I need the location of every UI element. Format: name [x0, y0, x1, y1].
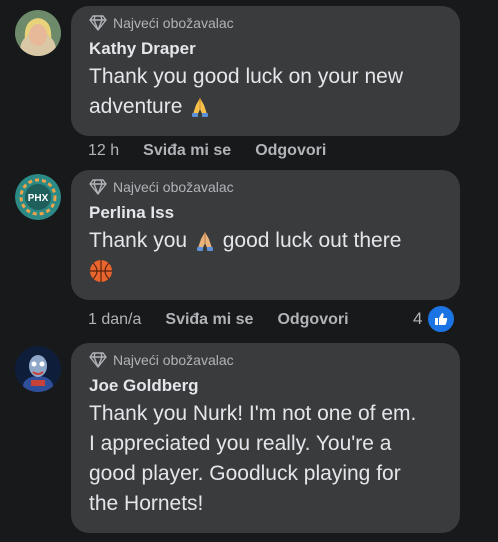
- top-fan-badge: Najveći obožavalac: [113, 179, 234, 195]
- like-thumb-icon: [426, 304, 457, 334]
- folded-hands-emoji: [196, 232, 213, 252]
- comment-time[interactable]: 1 dan/a: [88, 311, 141, 329]
- comment-time[interactable]: 12 h: [88, 142, 119, 160]
- diamond-badge-icon: [89, 179, 107, 195]
- comment-text: Thank you good luck out there: [89, 226, 446, 286]
- comment-bubble: Najveći obožavalac Perlina Iss Thank you…: [71, 170, 460, 300]
- reply-button[interactable]: Odgovori: [255, 142, 326, 160]
- top-fan-badge: Najveći obožavalac: [113, 15, 234, 31]
- avatar-perlina-iss[interactable]: PHX: [15, 174, 61, 220]
- avatar-text: PHX: [28, 193, 49, 204]
- comment-actions: 1 dan/a Sviđa mi se Odgovori: [88, 311, 373, 329]
- like-button[interactable]: Sviđa mi se: [165, 311, 253, 329]
- comment-bubble: Najveći obožavalac Joe Goldberg Thank yo…: [71, 343, 460, 533]
- folded-hands-emoji: [192, 98, 209, 118]
- comment-author[interactable]: Perlina Iss: [89, 202, 446, 224]
- basketball-emoji: [90, 260, 112, 283]
- comment-actions: 12 h Sviđa mi se Odgovori: [88, 142, 350, 160]
- comment-author[interactable]: Kathy Draper: [89, 38, 446, 60]
- reaction-count: 4: [413, 309, 423, 328]
- diamond-badge-icon: [89, 352, 107, 368]
- avatar-joe-goldberg[interactable]: [15, 346, 61, 392]
- comment-bubble: Najveći obožavalac Kathy Draper Thank yo…: [71, 6, 460, 136]
- diamond-badge-icon: [89, 15, 107, 31]
- top-fan-badge: Najveći obožavalac: [113, 352, 234, 368]
- avatar-kathy-draper[interactable]: [15, 10, 61, 56]
- like-button[interactable]: Sviđa mi se: [143, 142, 231, 160]
- comment-text: Thank you good luck on your new adventur…: [89, 65, 404, 118]
- reply-button[interactable]: Odgovori: [277, 311, 348, 329]
- comment-author[interactable]: Joe Goldberg: [89, 375, 446, 397]
- comment-text: Thank you Nurk! I'm not one of em. I app…: [89, 402, 417, 515]
- reaction-summary[interactable]: 4: [413, 304, 457, 334]
